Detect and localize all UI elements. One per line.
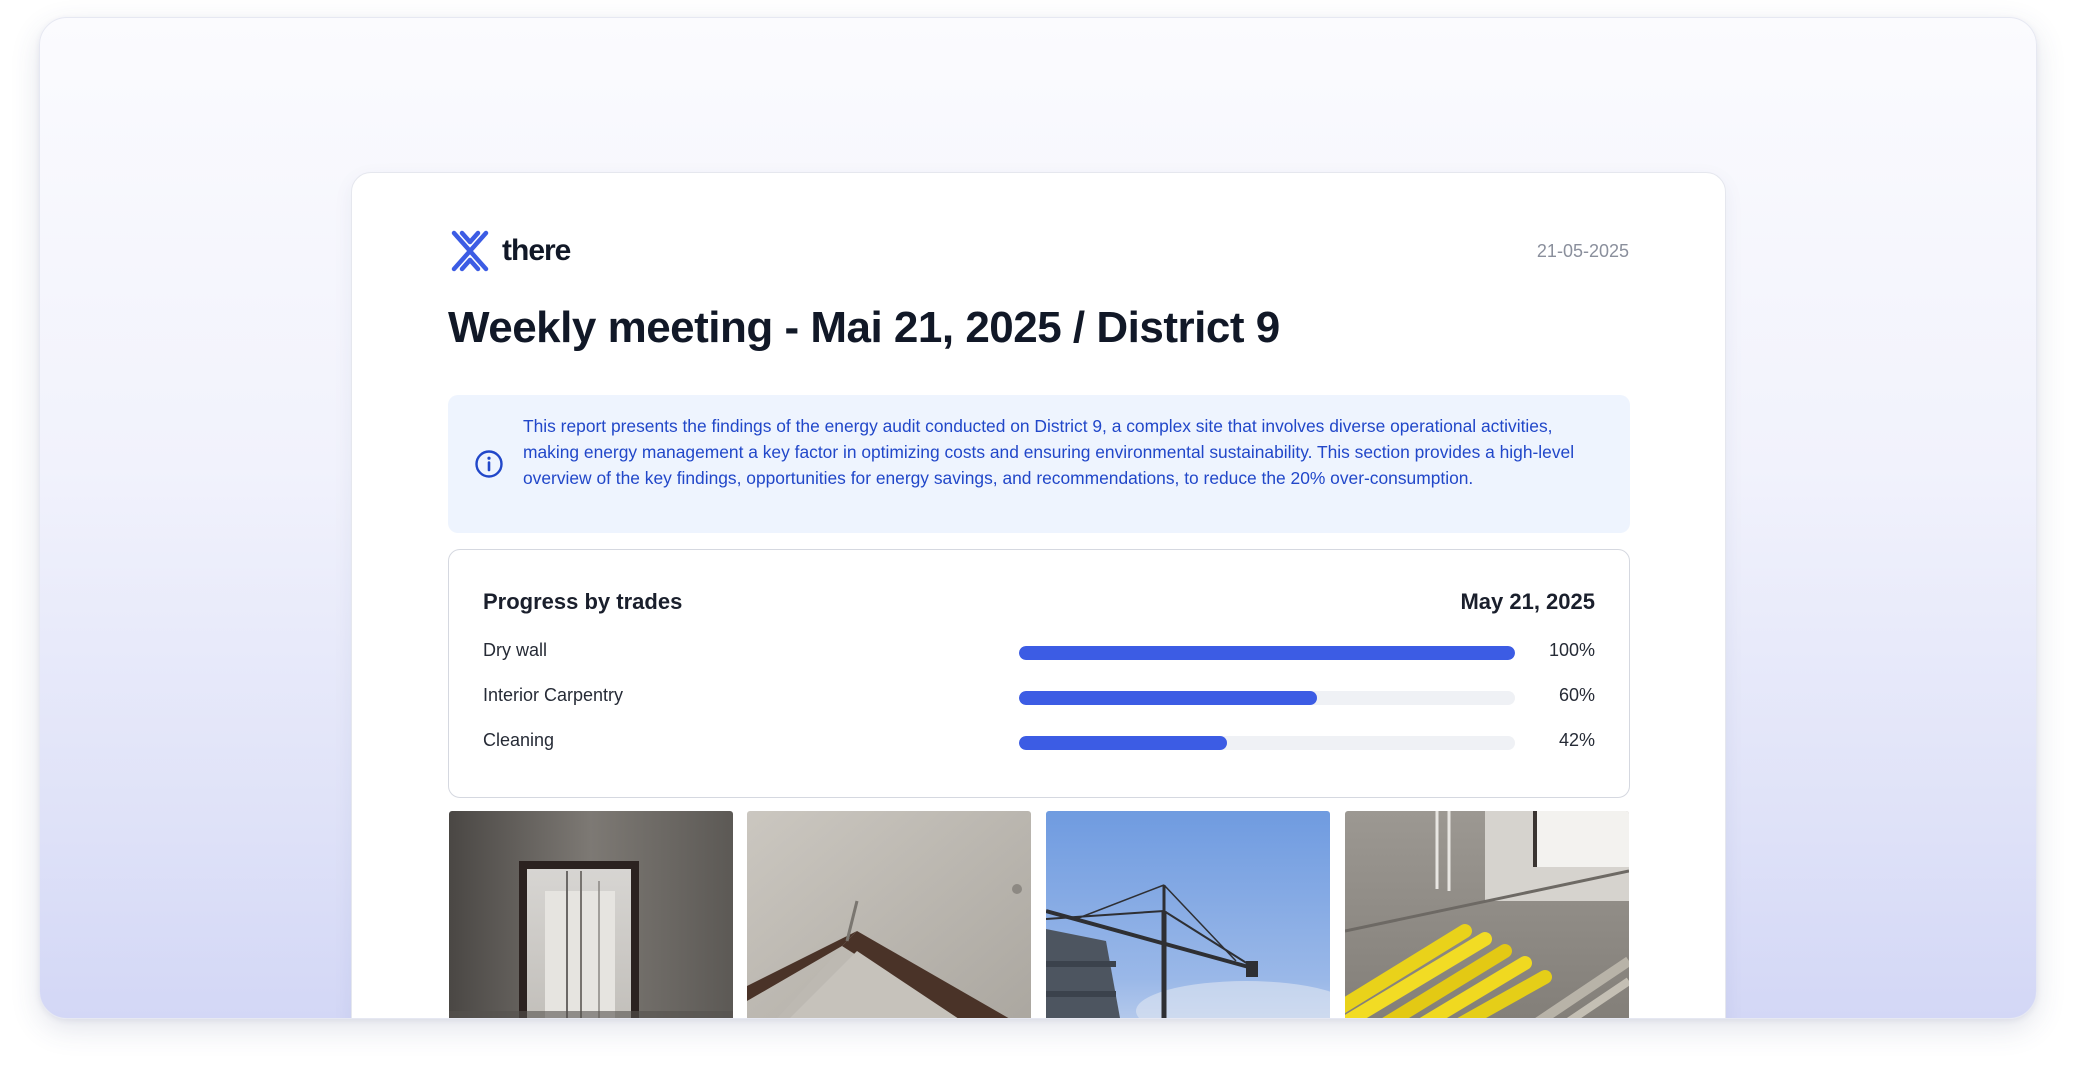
there-logo-icon [451,230,489,272]
report-card: there 21-05-2025 Weekly meeting - Mai 21… [351,172,1726,1018]
page-title: Weekly meeting - Mai 21, 2025 / District… [448,303,1280,352]
progress-track [1019,646,1515,660]
info-callout: This report presents the findings of the… [448,395,1630,533]
progress-by-trades-card: Progress by trades May 21, 2025 Dry wall… [448,549,1630,798]
progress-track [1019,691,1515,705]
trade-label: Dry wall [483,640,548,660]
progress-fill [1019,736,1228,750]
info-text: This report presents the findings of the… [523,416,1575,488]
trade-label: Cleaning [483,730,555,750]
trade-row-dry-wall: Dry wall 100% [483,636,1595,666]
progress-fill [1019,646,1515,660]
progress-track [1019,736,1515,750]
tower-crane-photo[interactable] [1046,811,1330,1018]
interior-doorway-photo[interactable] [449,811,733,1018]
trade-row-interior-carpentry: Interior Carpentry 60% [483,681,1595,711]
info-icon [475,450,503,478]
progress-date: May 21, 2025 [1460,589,1595,614]
trade-percent: 42% [1558,730,1595,750]
brand-name: there [502,234,571,267]
trade-row-cleaning: Cleaning 42% [483,726,1595,756]
photo-gallery [448,811,1630,1018]
progress-fill [1019,691,1317,705]
concrete-ceiling-corner-photo[interactable] [747,811,1031,1018]
progress-heading: Progress by trades [483,589,683,614]
report-date: 21-05-2025 [1536,241,1629,261]
trade-label: Interior Carpentry [483,685,624,705]
brand-logo: there [448,229,571,273]
trade-percent: 60% [1558,685,1595,705]
trade-percent: 100% [1548,640,1595,660]
yellow-pipes-on-floor-photo[interactable] [1345,811,1629,1018]
app-frame: there 21-05-2025 Weekly meeting - Mai 21… [39,17,2037,1019]
